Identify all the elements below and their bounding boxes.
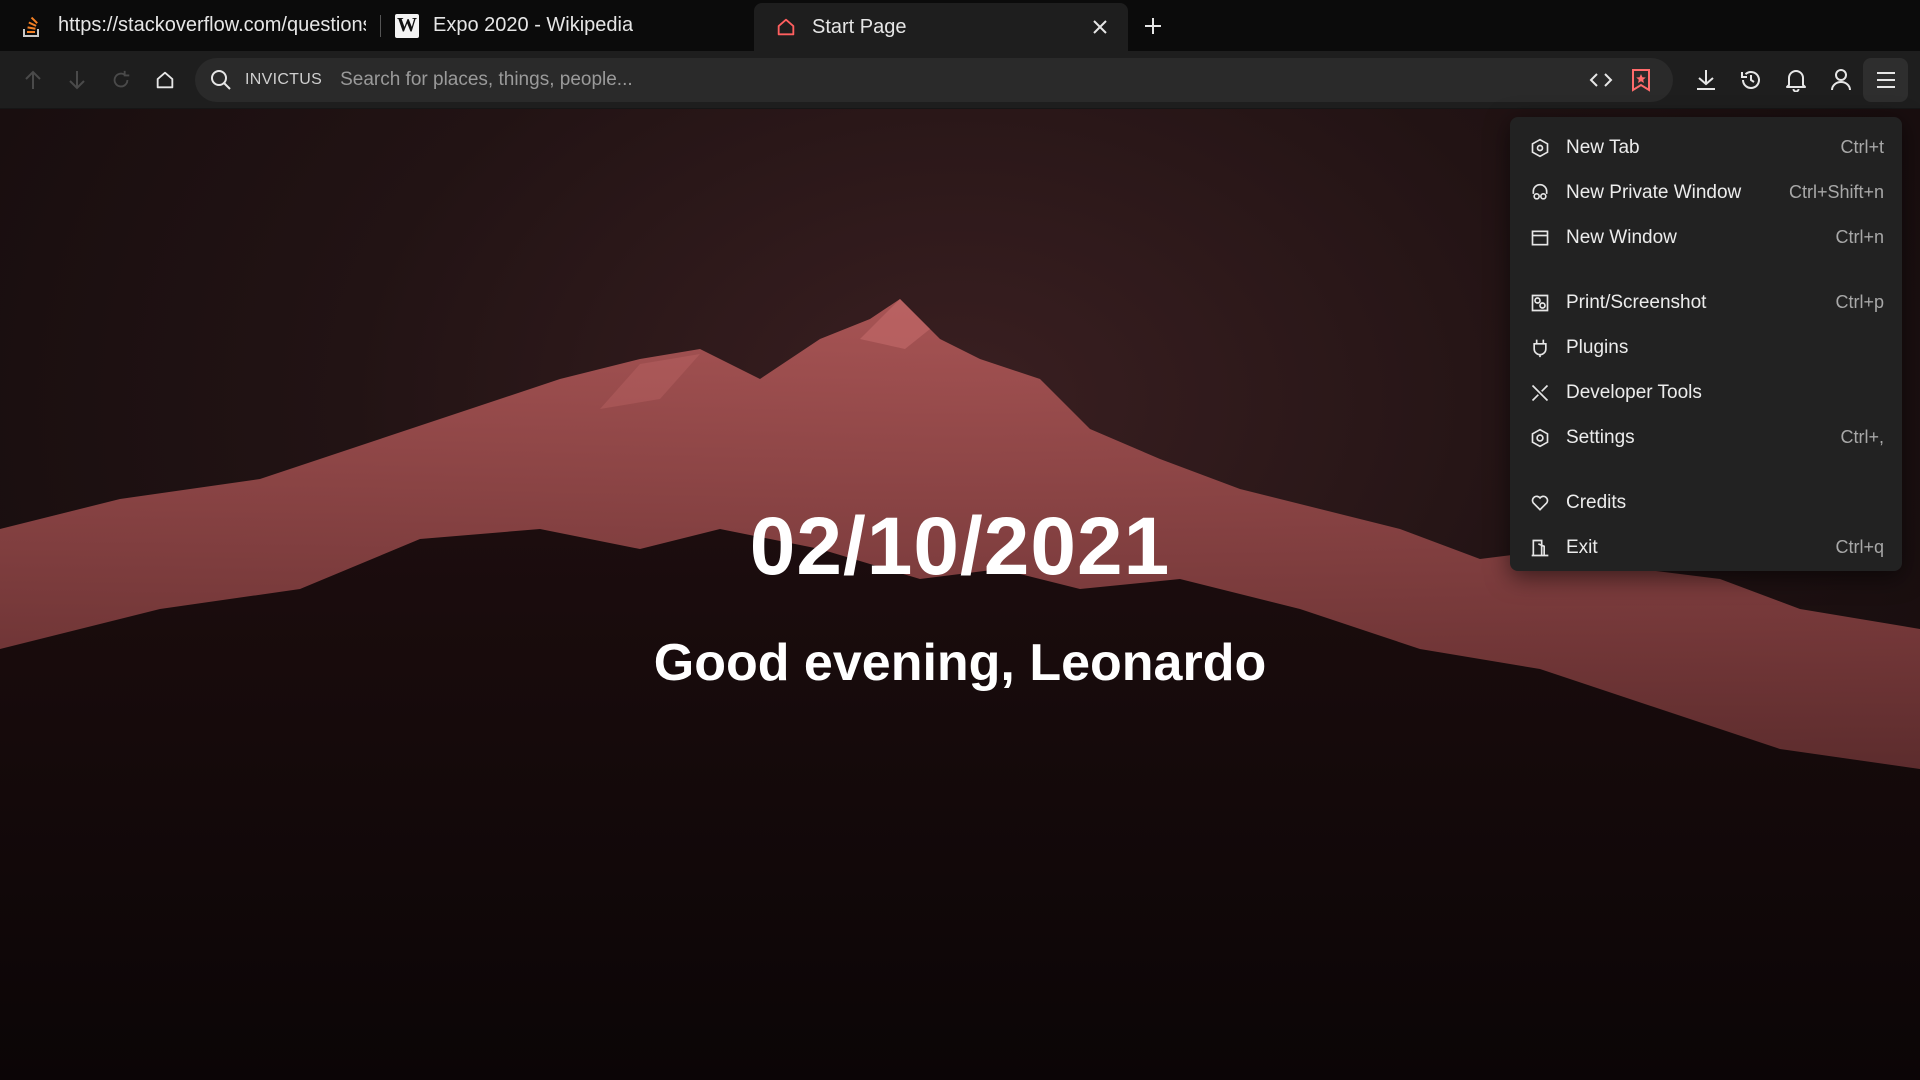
menu-separator bbox=[1510, 260, 1902, 280]
window-icon bbox=[1528, 226, 1552, 250]
toolbar-actions bbox=[1683, 57, 1908, 102]
menu-item-shortcut: Ctrl+t bbox=[1840, 137, 1884, 157]
menu-item-label: Developer Tools bbox=[1566, 381, 1702, 403]
menu-item-label: New Tab bbox=[1566, 136, 1640, 158]
menu-item-shortcut: Ctrl+Shift+n bbox=[1788, 182, 1884, 202]
arrow-down-icon bbox=[69, 70, 85, 89]
bookmark-star-icon bbox=[1632, 68, 1650, 92]
new-tab-icon bbox=[1528, 136, 1552, 160]
menu-item-shortcut: Ctrl+q bbox=[1835, 537, 1884, 557]
menu-item-new-window[interactable]: New Window Ctrl+n bbox=[1510, 215, 1902, 260]
menu-item-new-private-window[interactable]: New Private Window Ctrl+Shift+n bbox=[1510, 170, 1902, 215]
tab-strip: https://stackoverflow.com/questions W Ex… bbox=[0, 0, 1920, 51]
tab-stackoverflow[interactable]: https://stackoverflow.com/questions bbox=[0, 0, 380, 51]
private-window-icon bbox=[1528, 181, 1552, 205]
history-icon bbox=[1740, 70, 1760, 89]
close-icon[interactable] bbox=[1086, 13, 1114, 41]
exit-icon bbox=[1528, 536, 1552, 560]
user-icon bbox=[1830, 68, 1851, 90]
menu-item-label: Settings bbox=[1566, 426, 1635, 448]
wikipedia-favicon-letter: W bbox=[395, 13, 419, 38]
menu-item-developer-tools[interactable]: Developer Tools bbox=[1510, 370, 1902, 415]
url-bar[interactable]: INVICTUS bbox=[195, 57, 1673, 102]
search-engine-label: INVICTUS bbox=[245, 70, 323, 88]
view-source-button[interactable] bbox=[1581, 58, 1621, 102]
menu-item-shortcut: Ctrl+n bbox=[1835, 227, 1884, 247]
plugin-icon bbox=[1528, 336, 1552, 360]
menu-item-print-screenshot[interactable]: Print/Screenshot Ctrl+p bbox=[1510, 280, 1902, 325]
menu-item-new-tab[interactable]: New Tab Ctrl+t bbox=[1510, 125, 1902, 170]
reload-icon bbox=[113, 70, 130, 87]
credits-icon bbox=[1528, 491, 1552, 515]
bookmark-button[interactable] bbox=[1621, 58, 1661, 102]
tools-icon bbox=[1528, 381, 1552, 405]
hamburger-icon bbox=[1876, 71, 1895, 88]
history-button[interactable] bbox=[1728, 58, 1773, 102]
stackoverflow-icon bbox=[20, 14, 44, 38]
search-icon bbox=[211, 69, 231, 90]
notifications-button[interactable] bbox=[1773, 58, 1818, 102]
menu-item-plugins[interactable]: Plugins bbox=[1510, 325, 1902, 370]
tab-start-page[interactable]: Start Page bbox=[754, 3, 1128, 51]
reload-button[interactable] bbox=[99, 58, 143, 102]
toolbar: INVICTUS bbox=[0, 51, 1920, 109]
tab-title: Expo 2020 - Wikipedia bbox=[433, 14, 634, 36]
downloads-button[interactable] bbox=[1683, 58, 1728, 102]
home-icon bbox=[156, 71, 174, 88]
code-icon bbox=[1589, 72, 1613, 87]
search-input[interactable] bbox=[338, 59, 1581, 100]
back-button[interactable] bbox=[11, 58, 55, 102]
settings-icon bbox=[1528, 426, 1552, 450]
menu-separator bbox=[1510, 460, 1902, 480]
download-icon bbox=[1696, 69, 1715, 90]
tab-title: Start Page bbox=[812, 15, 907, 38]
menu-button[interactable] bbox=[1863, 57, 1908, 102]
profile-button[interactable] bbox=[1818, 58, 1863, 102]
home-icon bbox=[774, 15, 798, 39]
menu-item-label: Credits bbox=[1566, 491, 1627, 513]
wikipedia-icon: W bbox=[395, 13, 419, 38]
menu-item-settings[interactable]: Settings Ctrl+, bbox=[1510, 415, 1902, 460]
forward-button[interactable] bbox=[55, 58, 99, 102]
menu-item-label: Plugins bbox=[1566, 336, 1629, 358]
menu-item-credits[interactable]: Credits bbox=[1510, 480, 1902, 525]
plus-icon bbox=[1145, 17, 1161, 34]
menu-item-shortcut: Ctrl+, bbox=[1840, 427, 1884, 447]
menu-item-exit[interactable]: Exit Ctrl+q bbox=[1510, 525, 1902, 570]
tab-title: https://stackoverflow.com/questions bbox=[58, 14, 366, 36]
tab-wikipedia[interactable]: W Expo 2020 - Wikipedia bbox=[381, 0, 754, 51]
menu-item-label: New Window bbox=[1566, 226, 1677, 248]
main-menu: New Tab Ctrl+t New Private Window Ctrl+S… bbox=[1510, 117, 1902, 571]
start-page-greeting: Good evening, Leonardo bbox=[653, 634, 1267, 692]
home-button[interactable] bbox=[143, 58, 187, 102]
print-icon bbox=[1528, 291, 1552, 315]
menu-item-shortcut: Ctrl+p bbox=[1835, 292, 1884, 312]
menu-item-label: Exit bbox=[1566, 536, 1598, 558]
menu-item-label: Print/Screenshot bbox=[1566, 291, 1707, 313]
bell-icon bbox=[1785, 69, 1806, 92]
menu-item-label: New Private Window bbox=[1566, 181, 1742, 203]
arrow-up-icon bbox=[25, 70, 41, 89]
new-tab-button[interactable] bbox=[1128, 0, 1178, 51]
